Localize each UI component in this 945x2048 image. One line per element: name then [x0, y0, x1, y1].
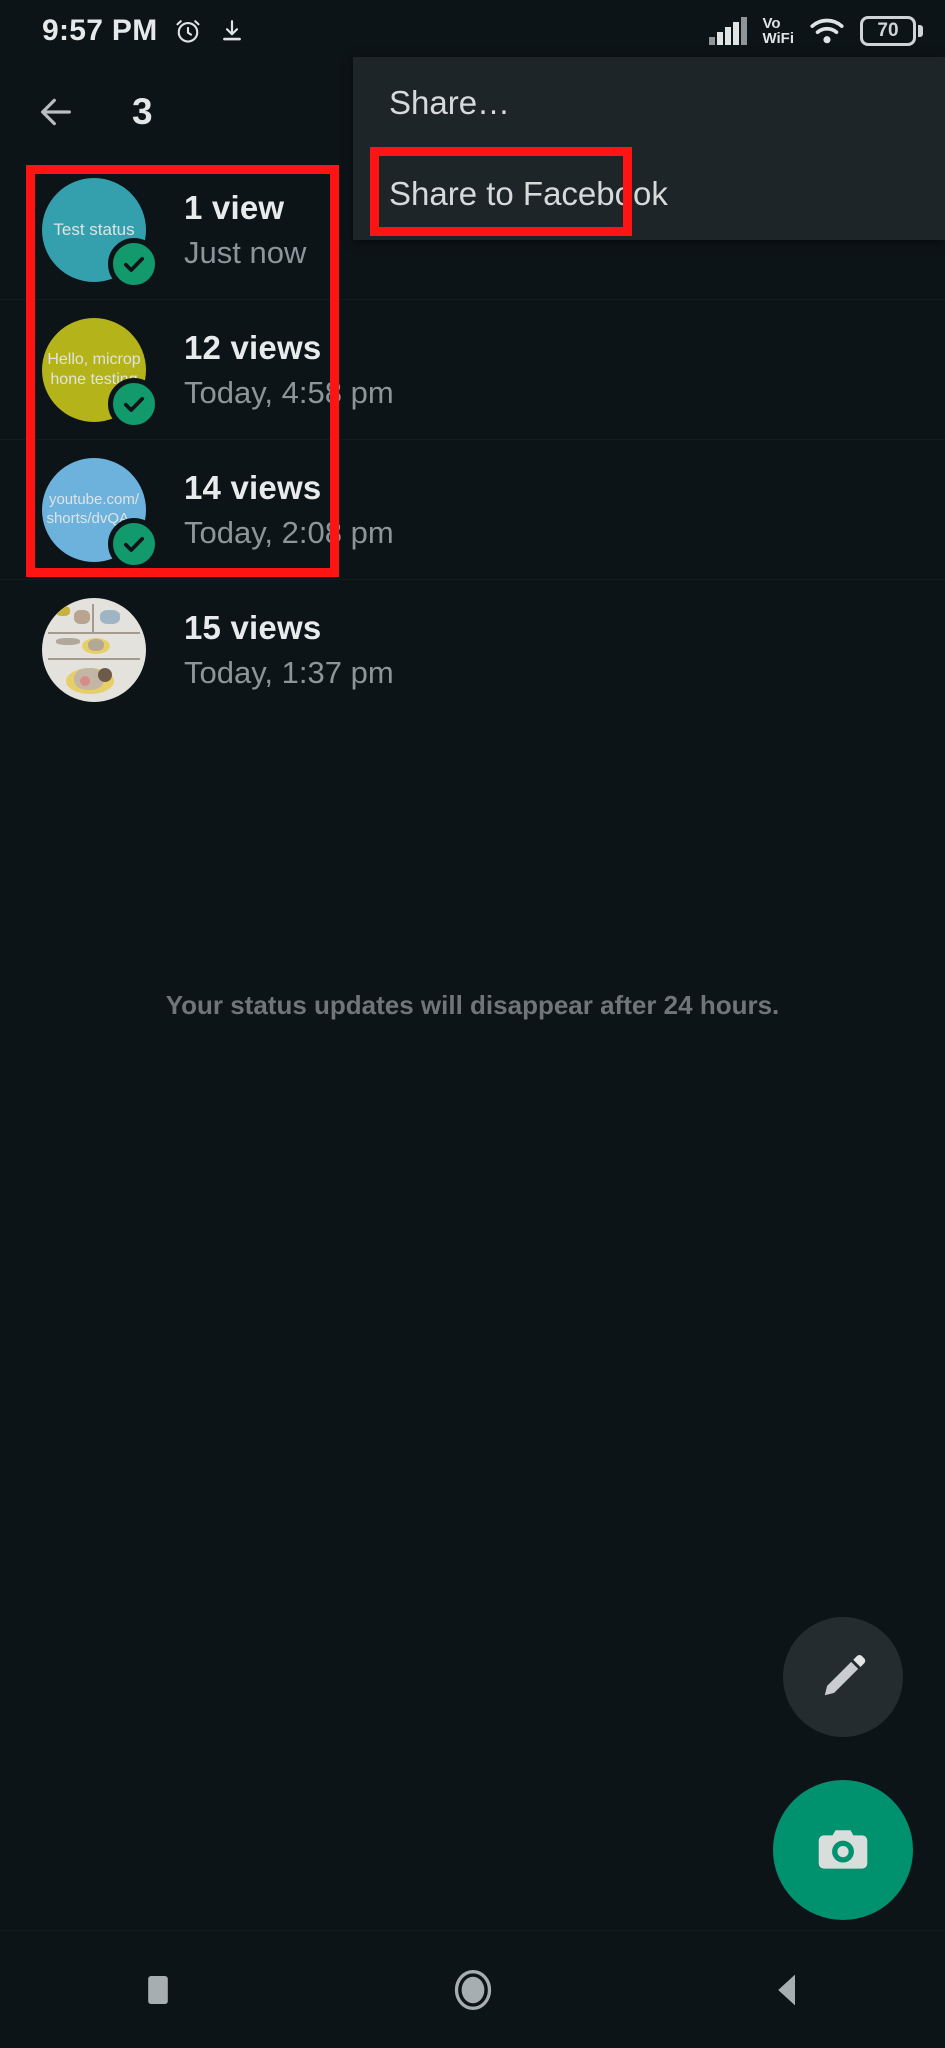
menu-item-share-to-facebook[interactable]: Share to Facebook	[353, 148, 945, 239]
seen-check-badge	[108, 237, 160, 290]
battery-percent: 70	[877, 20, 899, 41]
cellular-signal-icon	[709, 17, 748, 45]
check-icon	[123, 396, 145, 412]
android-navigation-bar	[0, 1930, 945, 2048]
wifi-icon	[810, 18, 844, 44]
pencil-icon	[824, 1654, 866, 1696]
page-title: 3	[132, 91, 153, 132]
home-button[interactable]	[413, 1931, 533, 2048]
seen-check-badge	[108, 517, 160, 570]
share-popup-menu: Share… Share to Facebook	[353, 57, 945, 240]
status-thumbnail-wrap[interactable]: Test status	[42, 177, 160, 290]
status-bar-right: Vo WiFi 70	[709, 16, 923, 46]
volte-wifi-indicator: Vo WiFi	[762, 16, 794, 46]
status-thumbnail-image	[42, 598, 146, 702]
status-row-text: 12 views Today, 4:58 pm	[184, 329, 394, 411]
recents-square-icon	[147, 1975, 168, 2004]
status-expiry-note: Your status updates will disappear after…	[165, 990, 780, 1020]
check-icon	[123, 256, 145, 272]
new-status-camera-fab[interactable]	[773, 1780, 913, 1920]
check-icon	[123, 536, 145, 552]
volte-label-top: Vo	[762, 15, 781, 32]
status-view-count: 15 views	[184, 609, 322, 646]
back-button[interactable]	[728, 1931, 848, 2048]
status-timestamp: Just now	[184, 234, 307, 270]
status-thumbnail-wrap[interactable]: Hello, microphone testing	[42, 317, 160, 430]
alarm-clock-icon	[176, 20, 201, 43]
download-icon	[223, 20, 242, 41]
status-view-count: 12 views	[184, 328, 322, 366]
status-row[interactable]: Hello, microphone testing 12 views Today…	[0, 300, 945, 440]
system-status-bar: 9:57 PM Vo WiFi 70	[0, 0, 945, 62]
status-bar-left: 9:57 PM	[42, 14, 245, 48]
camera-icon	[818, 1830, 868, 1869]
recents-button[interactable]	[98, 1931, 218, 2048]
my-status-list: Test status 1 view Just now Hello, micro…	[0, 160, 945, 720]
status-row-text: 1 view Just now	[184, 189, 306, 271]
status-timestamp: Today, 2:08 pm	[184, 514, 394, 550]
back-triangle-icon	[777, 1974, 795, 2005]
status-view-count: 14 views	[184, 468, 322, 506]
status-timestamp: Today, 4:58 pm	[184, 374, 394, 410]
home-circle-icon	[454, 1969, 491, 2010]
status-thumbnail-wrap[interactable]	[42, 598, 146, 702]
phone-screen: 9:57 PM Vo WiFi 70 3 Test status 1 view …	[0, 0, 945, 2048]
back-arrow-icon[interactable]	[32, 92, 80, 132]
battery-indicator: 70	[860, 16, 923, 46]
status-row[interactable]: youtube.com/shorts/dvQA... 14 views Toda…	[0, 440, 945, 580]
status-row[interactable]: 15 views Today, 1:37 pm	[0, 580, 945, 720]
edit-status-fab[interactable]	[783, 1617, 903, 1737]
seen-check-badge	[108, 377, 160, 430]
status-timestamp: Today, 1:37 pm	[184, 655, 394, 690]
status-row-text: 15 views Today, 1:37 pm	[184, 609, 394, 691]
volte-label-bottom: WiFi	[762, 30, 794, 47]
menu-item-share[interactable]: Share…	[353, 57, 945, 148]
status-thumbnail-wrap[interactable]: youtube.com/shorts/dvQA...	[42, 457, 160, 570]
battery-tip	[918, 25, 923, 37]
status-bar-clock: 9:57 PM	[42, 14, 158, 47]
status-row-text: 14 views Today, 2:08 pm	[184, 469, 394, 551]
status-view-count: 1 view	[184, 188, 285, 226]
